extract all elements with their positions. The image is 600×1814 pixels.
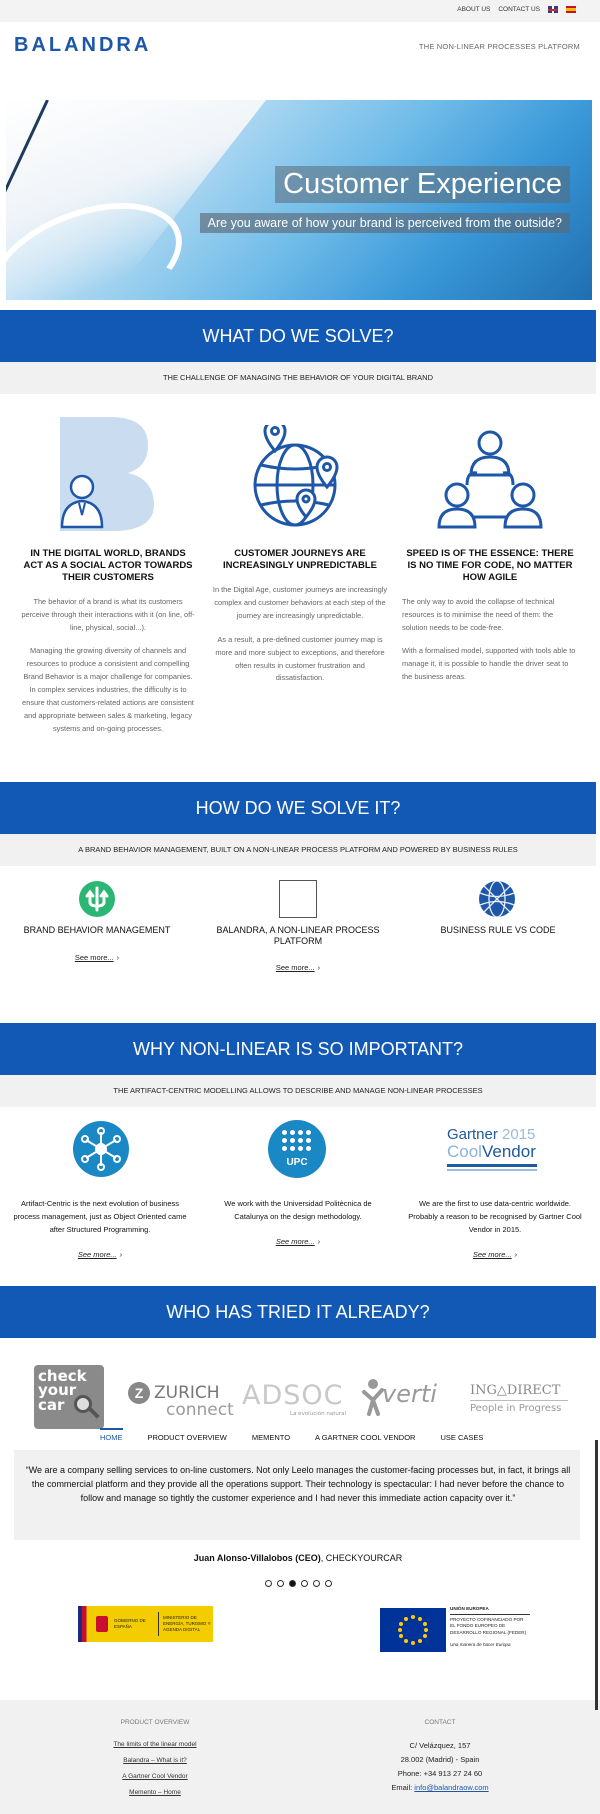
solve-column-title: CUSTOMER JOURNEYS ARE INCREASINGLY UNPRE… xyxy=(223,548,377,571)
checkyourcar-logo: check your car xyxy=(34,1365,104,1429)
carousel-dot[interactable] xyxy=(301,1580,308,1587)
gartner-logo-icon: Gartner 2015 CoolVendor xyxy=(447,1126,543,1171)
footer-product-heading: PRODUCT OVERVIEW xyxy=(120,1719,190,1726)
carousel-dot[interactable] xyxy=(265,1580,272,1587)
contact-us-link[interactable]: CONTACT US xyxy=(498,6,540,13)
footer-link[interactable]: Memento – Home xyxy=(0,1789,310,1796)
see-more-link[interactable]: See more... › xyxy=(208,1237,388,1246)
solve-column-text: The behavior of a brand is what its cust… xyxy=(21,596,195,632)
footer-contact-heading: CONTACT xyxy=(424,1719,456,1726)
team-network-icon xyxy=(437,430,543,529)
globe-pins-icon xyxy=(253,425,339,527)
see-more-link[interactable]: See more... › xyxy=(208,963,388,972)
solve-column-text: Managing the growing diversity of channe… xyxy=(22,646,194,734)
testimonial-author: Juan Alonso-Villalobos (CEO), CHECKYOURC… xyxy=(193,1553,403,1563)
adsoc-logo: ADSOC La evolución natural xyxy=(242,1380,347,1417)
solve-column-journeys: CUSTOMER JOURNEYS ARE INCREASINGLY UNPRE… xyxy=(212,548,388,696)
footer-link[interactable]: A Gartner Cool Vendor xyxy=(0,1773,310,1780)
ing-direct-logo: ING△DIRECT People in Progress xyxy=(470,1383,568,1414)
solve-column-title: SPEED IS OF THE ESSENCE: THERE IS NO TIM… xyxy=(406,548,574,583)
solve-heading: WHAT DO WE SOLVE? xyxy=(0,310,596,362)
why-text: Artifact-Centric is the next evolution o… xyxy=(13,1199,187,1234)
upc-logo-icon: UPC xyxy=(268,1120,326,1178)
carousel-dot-active[interactable] xyxy=(289,1580,296,1587)
site-tagline: THE NON-LINEAR PROCESSES PLATFORM xyxy=(418,42,580,51)
solve-column-text: The only way to avoid the collapse of te… xyxy=(402,596,555,632)
spain-flag-icon[interactable] xyxy=(566,6,576,13)
see-more-link[interactable]: See more... › xyxy=(405,1250,585,1259)
tab-memento[interactable]: MEMENTO xyxy=(252,1433,290,1446)
testimonial-quote: “We are a company selling services to on… xyxy=(25,1465,571,1503)
solve-column-text: In the Digital Age, customer journeys ar… xyxy=(212,584,388,620)
spain-government-logo: GOBIERNO DE ESPAÑA MINISTERIO DE ENERGÍA… xyxy=(78,1606,213,1642)
zurich-connect-logo: Z ZURICH connect xyxy=(128,1382,234,1420)
hero-banner: Customer Experience Are you aware of how… xyxy=(6,100,592,300)
feature-title: BALANDRA, A NON-LINEAR PROCESS PLATFORM xyxy=(216,925,380,946)
see-more-link[interactable]: See more... › xyxy=(7,953,187,962)
hero-subtitle: Are you aware of how your brand is perce… xyxy=(199,213,570,233)
eu-flag-icon xyxy=(380,1608,446,1652)
solve-subheading: THE CHALLENGE OF MANAGING THE BEHAVIOR O… xyxy=(0,362,596,394)
carousel-dot[interactable] xyxy=(277,1580,284,1587)
footer-phone: Phone: +34 913 27 24 60 xyxy=(397,1769,483,1778)
footer-email-link[interactable]: info@balandraow.com xyxy=(414,1783,488,1792)
hero-title: Customer Experience xyxy=(275,166,570,203)
why-text: We are the first to use data-centric wor… xyxy=(408,1199,582,1234)
how-heading: HOW DO WE SOLVE IT? xyxy=(0,782,596,834)
solve-column-title: IN THE DIGITAL WORLD, BRANDS ACT AS A SO… xyxy=(23,548,193,583)
tried-heading: WHO HAS TRIED IT ALREADY? xyxy=(0,1286,596,1338)
footer-link[interactable]: The limits of the linear model xyxy=(0,1741,310,1748)
top-nav: ABOUT US CONTACT US xyxy=(457,6,576,13)
network-node-icon xyxy=(73,1121,129,1177)
uk-flag-icon[interactable] xyxy=(548,6,558,13)
solve-column-speed: SPEED IS OF THE ESSENCE: THERE IS NO TIM… xyxy=(402,548,578,695)
footer-address: 28.002 (Madrid) - Spain xyxy=(400,1755,480,1764)
why-subheading: THE ARTIFACT-CENTRIC MODELLING ALLOWS TO… xyxy=(0,1075,596,1107)
tab-home[interactable]: HOME xyxy=(100,1428,123,1446)
how-subheading: A BRAND BEHAVIOR MANAGEMENT, BUILT ON A … xyxy=(0,834,596,866)
tab-bar: HOME PRODUCT OVERVIEW MEMENTO A GARTNER … xyxy=(100,1428,483,1446)
about-us-link[interactable]: ABOUT US xyxy=(457,6,490,13)
scrollbar[interactable] xyxy=(595,1440,598,1710)
eu-feder-logo: UNIÓN EUROPEA PROYECTO COFINANCIADO POR … xyxy=(380,1604,530,1658)
green-arrows-icon[interactable] xyxy=(78,880,116,918)
carousel-dot[interactable] xyxy=(313,1580,320,1587)
footer-address: C/ Velázquez, 157 xyxy=(409,1741,471,1750)
solve-column-text: As a result, a pre-defined customer jour… xyxy=(215,634,385,683)
why-text: We work with the Universidad Politècnica… xyxy=(224,1199,372,1221)
carousel-dot[interactable] xyxy=(325,1580,332,1587)
feature-title: BUSINESS RULE VS CODE xyxy=(440,925,556,935)
blue-globe-icon[interactable] xyxy=(478,880,516,918)
why-heading: WHY NON-LINEAR IS SO IMPORTANT? xyxy=(0,1023,596,1075)
businessman-b-icon xyxy=(60,417,154,531)
tab-gartner-cool-vendor[interactable]: A GARTNER COOL VENDOR xyxy=(315,1433,415,1446)
footer-link[interactable]: Balandra – What is it? xyxy=(0,1757,310,1764)
see-more-link[interactable]: See more... › xyxy=(10,1250,190,1259)
site-logo[interactable]: BALANDRA xyxy=(14,34,151,57)
blank-image-icon[interactable] xyxy=(279,880,317,918)
carousel-dots xyxy=(265,1580,332,1587)
tab-use-cases[interactable]: USE CASES xyxy=(440,1433,483,1446)
solve-column-text: With a formalised model, supported with … xyxy=(402,646,576,682)
feature-title: BRAND BEHAVIOR MANAGEMENT xyxy=(23,925,171,935)
solve-column-brands: IN THE DIGITAL WORLD, BRANDS ACT AS A SO… xyxy=(20,548,196,747)
footer-email: Email: info@balandraow.com xyxy=(391,1783,489,1792)
tab-product-overview[interactable]: PRODUCT OVERVIEW xyxy=(148,1433,227,1446)
